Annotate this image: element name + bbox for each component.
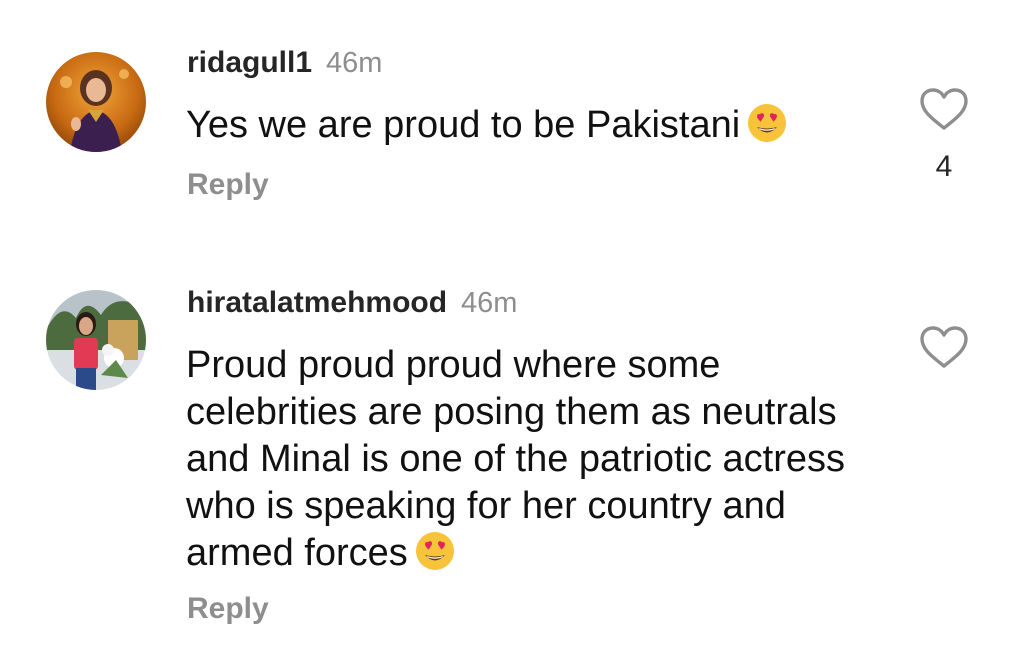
- like-count: 4: [935, 150, 953, 183]
- avatar[interactable]: [46, 52, 146, 152]
- comment-text: Proud proud proud where some celebrities…: [186, 344, 846, 574]
- heart-outline-icon: [920, 326, 968, 368]
- username[interactable]: hiratalatmehmood: [187, 286, 447, 320]
- timestamp: 46m: [326, 47, 383, 79]
- reply-button[interactable]: Reply: [187, 592, 269, 626]
- like-button[interactable]: [918, 324, 970, 370]
- comment-text-block: Proud proud proud where some celebrities…: [186, 342, 866, 577]
- comment-item: ridagull1 46m Yes we are proud to be Pak…: [0, 0, 1024, 240]
- like-button[interactable]: [918, 86, 970, 132]
- comment-item: hiratalatmehmood 46m Proud proud proud w…: [0, 270, 1024, 666]
- heart-eyes-emoji-icon: [415, 532, 454, 570]
- comment-meta: hiratalatmehmood 46m: [187, 286, 517, 320]
- comment-text-block: Yes we are proud to be Pakistani: [186, 102, 866, 149]
- avatar[interactable]: [46, 290, 146, 390]
- timestamp: 46m: [461, 287, 518, 319]
- comment-meta: ridagull1 46m: [187, 46, 382, 80]
- comment-text: Yes we are proud to be Pakistani: [186, 104, 741, 146]
- username[interactable]: ridagull1: [187, 46, 312, 80]
- heart-outline-icon: [920, 88, 968, 130]
- heart-eyes-emoji-icon: [748, 104, 787, 142]
- reply-button[interactable]: Reply: [187, 168, 269, 202]
